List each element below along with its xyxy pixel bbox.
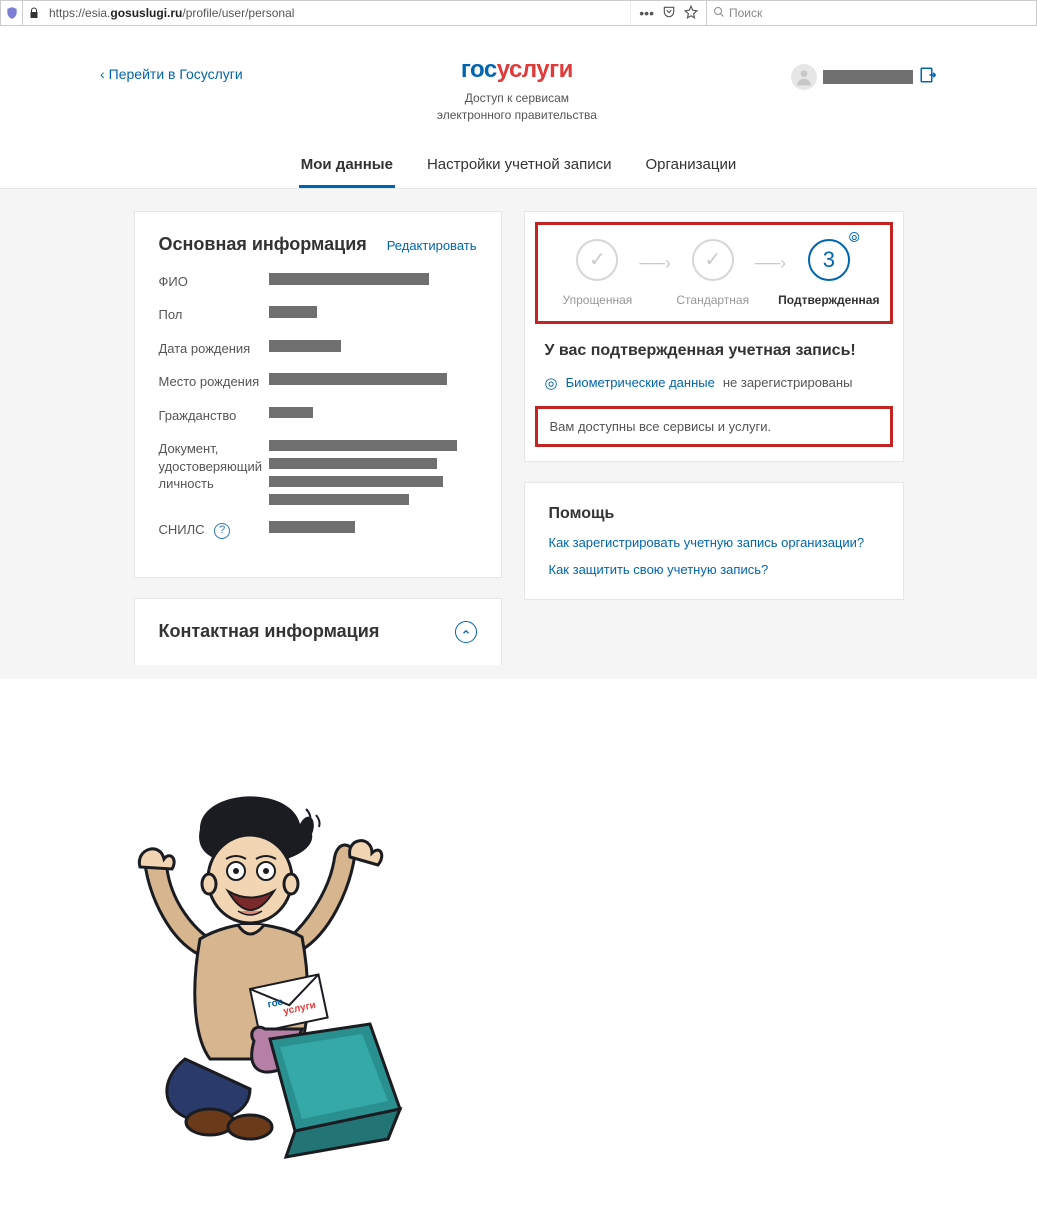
tab-my-data[interactable]: Мои данные	[299, 146, 395, 188]
user-name-redacted	[823, 70, 913, 84]
value-fio-redacted	[269, 273, 429, 285]
help-link-protect-account[interactable]: Как защитить свою учетную запись?	[549, 562, 879, 577]
status-headline: У вас подтвержденная учетная запись!	[535, 342, 893, 360]
lock-icon	[23, 7, 45, 19]
value-pol-redacted	[269, 306, 317, 318]
label-fio: ФИО	[159, 273, 269, 291]
contact-title: Контактная информация	[159, 621, 380, 642]
edit-link[interactable]: Редактировать	[387, 238, 477, 253]
main-info-title: Основная информация	[159, 234, 367, 255]
label-doc: Документ, удостоверяющий личность	[159, 440, 269, 493]
shield-icon[interactable]	[1, 1, 23, 25]
browser-search-input[interactable]: Поиск	[706, 1, 1036, 25]
happy-person-laptop-illustration: гос услуги	[90, 779, 430, 1159]
label-snils: СНИЛС ?	[159, 521, 269, 539]
account-status-card: ✓ Упрощенная ──› ✓ Стандартная ──› 3 ⦾	[524, 211, 904, 462]
chevron-left-icon: ‹	[100, 66, 105, 82]
tabs-nav: Мои данные Настройки учетной записи Орга…	[0, 146, 1037, 189]
user-block[interactable]	[791, 56, 937, 90]
logo-block: госуслуги Доступ к сервисам электронного…	[437, 56, 597, 124]
avatar	[791, 64, 817, 90]
content-area: Основная информация Редактировать ФИО По…	[0, 189, 1037, 679]
help-icon[interactable]: ?	[214, 523, 230, 539]
collapse-toggle-icon[interactable]	[455, 621, 477, 643]
tab-account-settings[interactable]: Настройки учетной записи	[425, 146, 614, 188]
gosuslugi-logo: госуслуги	[437, 56, 597, 84]
value-pob-redacted	[269, 373, 447, 385]
biometric-icon: ◎	[545, 374, 558, 392]
help-link-org-register[interactable]: Как зарегистрировать учетную запись орга…	[549, 535, 879, 550]
help-card: Помощь Как зарегистрировать учетную запи…	[524, 482, 904, 600]
biometric-marker-icon: ⦾	[849, 229, 860, 246]
logout-icon[interactable]	[919, 66, 937, 89]
url-input[interactable]: https://esia.gosuslugi.ru/profile/user/p…	[45, 1, 630, 25]
step1-label: Упрощенная	[563, 293, 633, 307]
value-dob-redacted	[269, 340, 341, 352]
browser-address-bar: https://esia.gosuslugi.ru/profile/user/p…	[0, 0, 1037, 26]
step2-label: Стандартная	[676, 293, 749, 307]
label-citizenship: Гражданство	[159, 407, 269, 425]
biometric-status-text: не зарегистрированы	[723, 375, 853, 390]
illustration-zone: гос услуги	[0, 679, 1037, 1159]
value-citizenship-redacted	[269, 407, 313, 418]
search-placeholder: Поиск	[729, 6, 762, 20]
search-icon	[713, 6, 725, 21]
label-pol: Пол	[159, 306, 269, 324]
main-info-card: Основная информация Редактировать ФИО По…	[134, 211, 502, 578]
value-snils-redacted	[269, 521, 355, 533]
help-title: Помощь	[549, 505, 879, 523]
contact-info-card: Контактная информация	[134, 598, 502, 665]
ellipsis-icon[interactable]: •••	[639, 5, 654, 21]
step2-check-icon: ✓	[692, 239, 734, 281]
back-link-label: Перейти в Госуслуги	[109, 66, 243, 82]
url-text-path: /profile/user/personal	[182, 6, 294, 20]
biometric-data-link[interactable]: Биометрические данные	[566, 375, 715, 390]
access-text-highlight: Вам доступны все сервисы и услуги.	[535, 406, 893, 447]
value-doc-redacted	[269, 440, 457, 505]
url-text-prefix: https://esia.	[49, 6, 110, 20]
step1-check-icon: ✓	[576, 239, 618, 281]
step3-number-icon: 3	[808, 239, 850, 281]
access-text: Вам доступны все сервисы и услуги.	[550, 419, 772, 434]
star-icon[interactable]	[684, 5, 698, 22]
status-steps-highlight: ✓ Упрощенная ──› ✓ Стандартная ──› 3 ⦾	[535, 222, 893, 324]
logo-subtitle: Доступ к сервисам электронного правитель…	[437, 90, 597, 124]
step3-label: Подтвержденная	[778, 293, 879, 307]
label-pob: Место рождения	[159, 373, 269, 391]
url-text-domain: gosuslugi.ru	[110, 6, 182, 20]
page-header: ‹ Перейти в Госуслуги госуслуги Доступ к…	[0, 26, 1037, 124]
label-dob: Дата рождения	[159, 340, 269, 358]
pocket-icon[interactable]	[662, 5, 676, 22]
tab-organizations[interactable]: Организации	[643, 146, 738, 188]
back-to-gosuslugi-link[interactable]: ‹ Перейти в Госуслуги	[100, 56, 243, 82]
